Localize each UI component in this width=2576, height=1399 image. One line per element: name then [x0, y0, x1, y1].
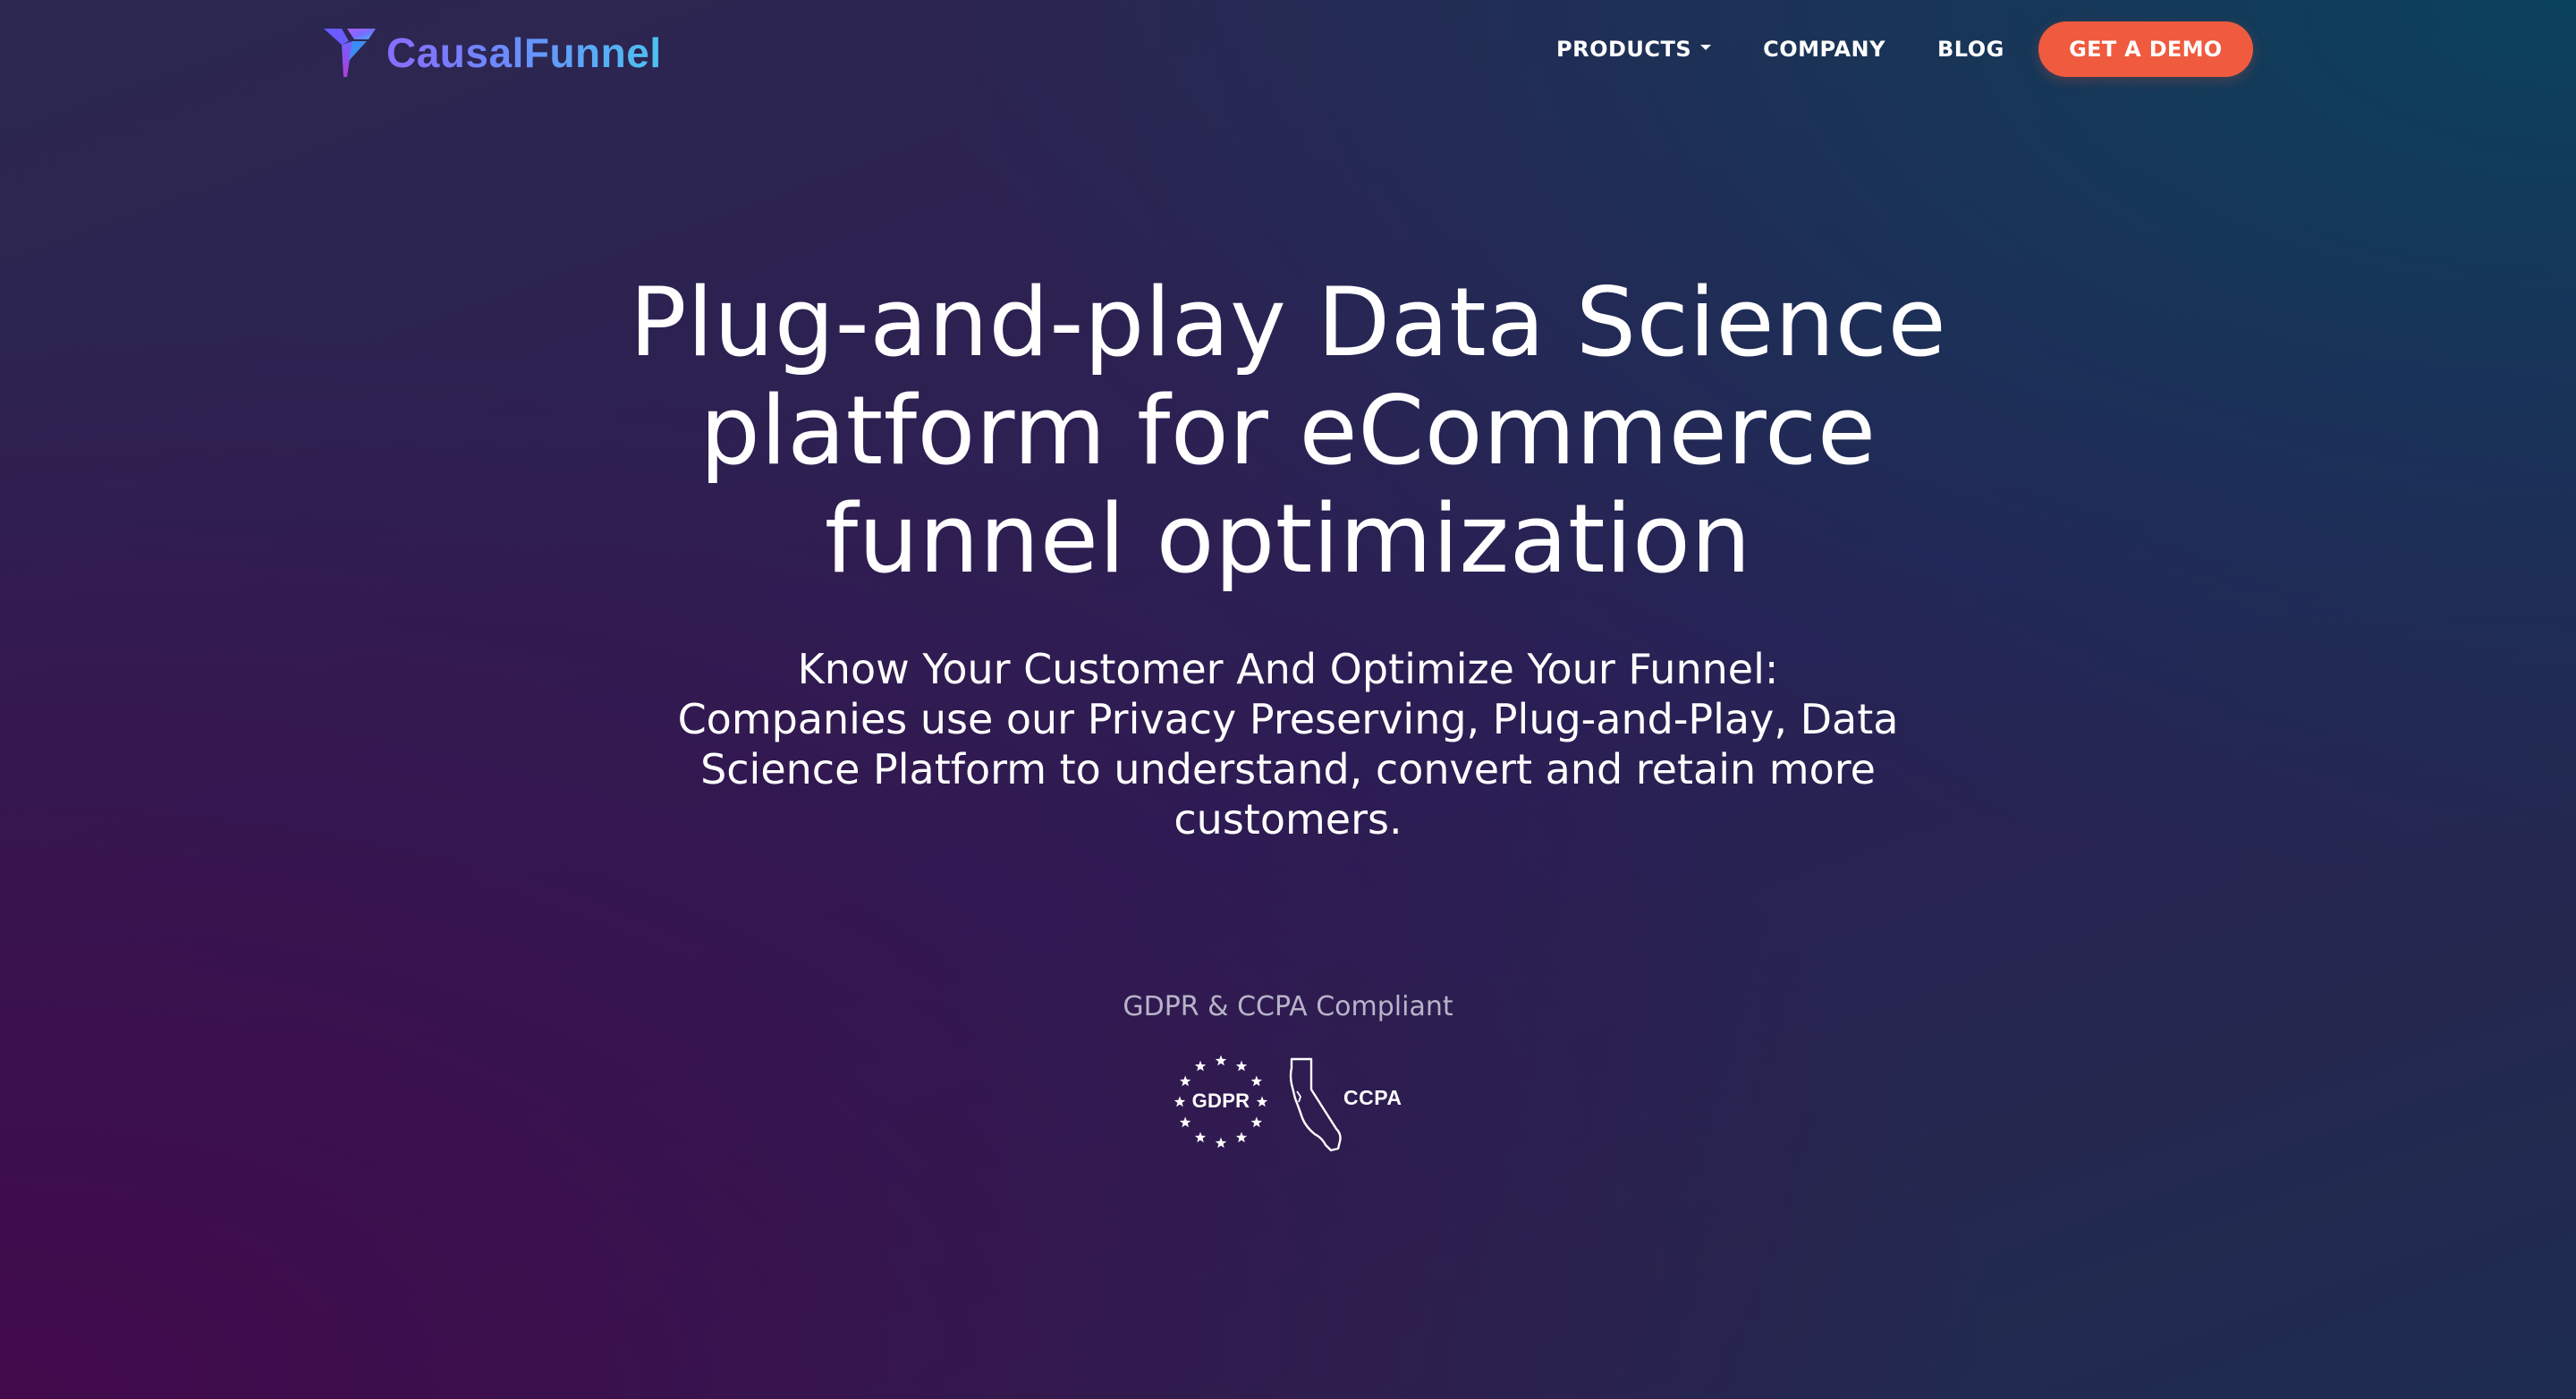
brand-name: CausalFunnel	[386, 30, 662, 76]
nav-item-company[interactable]: COMPANY	[1763, 37, 1885, 62]
gdpr-badge-text: GDPR	[1191, 1090, 1250, 1112]
get-a-demo-button[interactable]: GET A DEMO	[2038, 21, 2253, 77]
nav-item-blog-label: BLOG	[1936, 37, 2004, 62]
logo-link[interactable]: CausalFunnel	[322, 25, 662, 81]
ccpa-badge: CCPA	[1286, 1056, 1404, 1154]
hero-subtitle: Know Your Customer And Optimize Your Fun…	[677, 645, 1899, 844]
gdpr-badge: GDPR	[1172, 1055, 1270, 1154]
eu-star-icon	[1215, 1055, 1227, 1066]
compliance-badges: GDPR CCPA	[1172, 1055, 1404, 1154]
nav-item-company-label: COMPANY	[1763, 37, 1885, 62]
compliance-label: GDPR & CCPA Compliant	[1123, 991, 1453, 1022]
eu-star-icon	[1235, 1060, 1248, 1072]
eu-star-icon	[1250, 1116, 1263, 1128]
california-outline-icon	[1289, 1057, 1342, 1152]
nav-item-products-label: PRODUCTS	[1556, 37, 1692, 62]
hero-title: Plug-and-play Data Science platform for …	[629, 267, 1947, 594]
causalfunnel-logo-icon	[324, 29, 376, 77]
navbar: CausalFunnel PRODUCTS COMPANY BLOG GET A…	[0, 0, 2576, 98]
ccpa-badge-text: CCPA	[1343, 1086, 1402, 1109]
eu-star-icon	[1194, 1060, 1207, 1072]
main-nav: PRODUCTS COMPANY BLOG GET A DEMO	[1556, 0, 2253, 98]
nav-item-blog[interactable]: BLOG	[1937, 37, 2004, 62]
nav-item-products[interactable]: PRODUCTS	[1556, 37, 1712, 62]
eu-star-icon	[1179, 1075, 1191, 1087]
eu-star-icon	[1215, 1137, 1227, 1149]
eu-star-icon	[1194, 1132, 1207, 1143]
eu-star-icon	[1235, 1132, 1248, 1143]
eu-star-icon	[1179, 1116, 1191, 1128]
caret-down-icon	[1700, 45, 1712, 50]
eu-star-icon	[1250, 1075, 1263, 1087]
